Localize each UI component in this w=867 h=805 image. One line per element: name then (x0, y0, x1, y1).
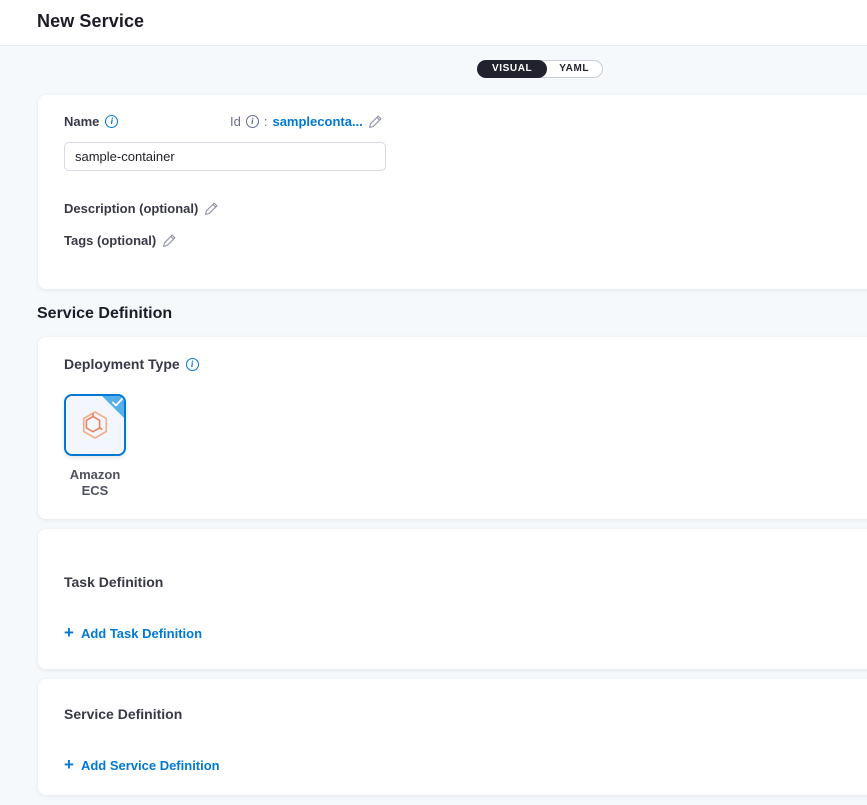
toggle-yaml[interactable]: YAML (546, 61, 602, 77)
add-task-definition-button[interactable]: + Add Task Definition (64, 626, 202, 641)
service-name-input[interactable] (64, 142, 386, 171)
id-row: Id i : sampleconta... (230, 114, 383, 129)
tags-edit-icon[interactable] (162, 233, 177, 248)
service-definition-section-heading: Service Definition (37, 305, 172, 323)
name-info-icon[interactable]: i (105, 115, 118, 128)
page-title: New Service (37, 11, 144, 32)
new-service-page: New Service VISUAL YAML Name i Id i : sa… (0, 0, 867, 805)
deployment-type-info-icon[interactable]: i (186, 358, 199, 371)
id-separator: : (264, 114, 268, 129)
service-definition-heading: Service Definition (64, 706, 182, 722)
description-label: Description (optional) (64, 201, 198, 216)
amazon-ecs-tile-label: Amazon ECS (64, 467, 126, 499)
task-definition-heading: Task Definition (64, 574, 163, 590)
description-edit-icon[interactable] (204, 201, 219, 216)
amazon-ecs-icon (79, 408, 111, 442)
amazon-ecs-tile[interactable] (64, 394, 126, 456)
task-definition-card: Task Definition + Add Task Definition (38, 529, 867, 669)
toggle-visual[interactable]: VISUAL (477, 60, 547, 78)
service-definition-card: Service Definition + Add Service Definit… (38, 679, 867, 795)
plus-icon: + (64, 626, 74, 639)
add-service-definition-button[interactable]: + Add Service Definition (64, 758, 220, 773)
id-value-link[interactable]: sampleconta... (272, 114, 362, 129)
tags-label: Tags (optional) (64, 233, 156, 248)
deployment-type-label: Deployment Type (64, 356, 180, 372)
id-info-icon[interactable]: i (246, 115, 259, 128)
plus-icon: + (64, 758, 74, 771)
deployment-type-card: Deployment Type i Amazon ECS (38, 337, 867, 519)
visual-yaml-toggle: VISUAL YAML (477, 60, 603, 78)
page-header: New Service (0, 0, 867, 46)
id-label: Id (230, 114, 241, 129)
service-overview-card: Name i Id i : sampleconta... Description… (38, 95, 867, 289)
id-edit-icon[interactable] (368, 114, 383, 129)
name-label: Name (64, 114, 99, 129)
